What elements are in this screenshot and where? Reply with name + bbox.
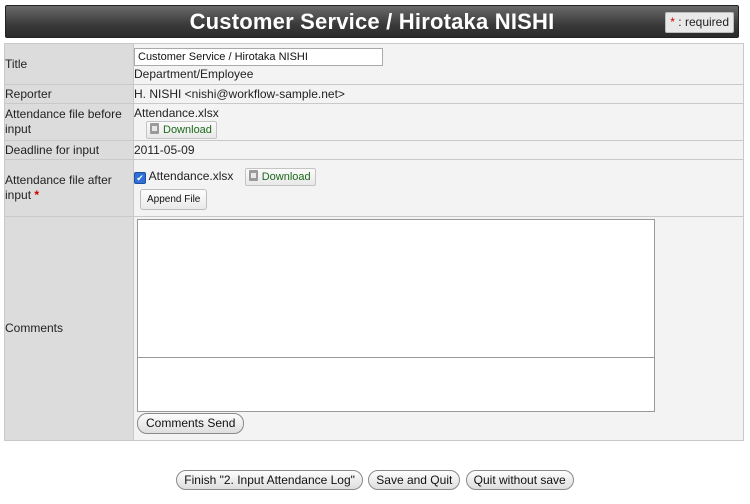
title-label: Title [4,43,134,85]
required-legend: * : required [665,12,734,33]
download-before-label: Download [163,123,212,136]
deadline-label: Deadline for input [4,140,134,160]
row-deadline: Deadline for input 2011-05-09 [4,140,744,160]
quit-without-save-button[interactable]: Quit without save [465,470,574,490]
attendance-after-filename: Attendance.xlsx [148,169,234,183]
title-input[interactable] [134,47,383,66]
download-before-button[interactable]: Download [146,120,217,139]
footer-actions: Finish "2. Input Attendance Log" Save an… [0,470,750,490]
download-icon [248,169,258,181]
reporter-value: H. NISHI <nishi@workflow-sample.net> [133,84,744,104]
row-attendance-before: Attendance file before input Attendance.… [4,103,744,141]
title-subtext: Department/Employee [134,66,254,81]
required-star-after: * [34,188,40,202]
comment-input[interactable] [137,358,655,412]
comments-label: Comments [4,216,134,441]
deadline-value: 2011-05-09 [133,140,744,160]
page-title: Customer Service / Hirotaka NISHI [189,9,555,34]
comments-history-area[interactable] [137,219,655,358]
attendance-before-label: Attendance file before input [4,103,134,141]
attendance-before-filename: Attendance.xlsx [134,105,219,120]
finish-button[interactable]: Finish "2. Input Attendance Log" [176,470,363,490]
row-reporter: Reporter H. NISHI <nishi@workflow-sample… [4,84,744,104]
reporter-label: Reporter [4,84,134,104]
row-title: Title Department/Employee [4,43,744,85]
download-after-button[interactable]: Download [244,167,316,186]
attendance-after-checkbox[interactable]: ✔ [134,172,146,184]
append-file-button[interactable]: Append File [140,189,208,210]
form-table: Title Department/Employee Reporter H. NI… [4,43,744,441]
header-bar: Customer Service / Hirotaka NISHI * : re… [5,5,739,38]
attendance-after-label: Attendance file after input [5,173,112,202]
download-icon [150,122,159,134]
comments-send-button[interactable]: Comments Send [137,413,245,434]
download-after-label: Download [261,170,311,183]
row-comments: Comments Comments Send [4,216,744,441]
save-and-quit-button[interactable]: Save and Quit [368,470,461,490]
row-attendance-after: Attendance file after input * ✔ Attendan… [4,159,744,217]
required-legend-text: : required [674,15,729,29]
